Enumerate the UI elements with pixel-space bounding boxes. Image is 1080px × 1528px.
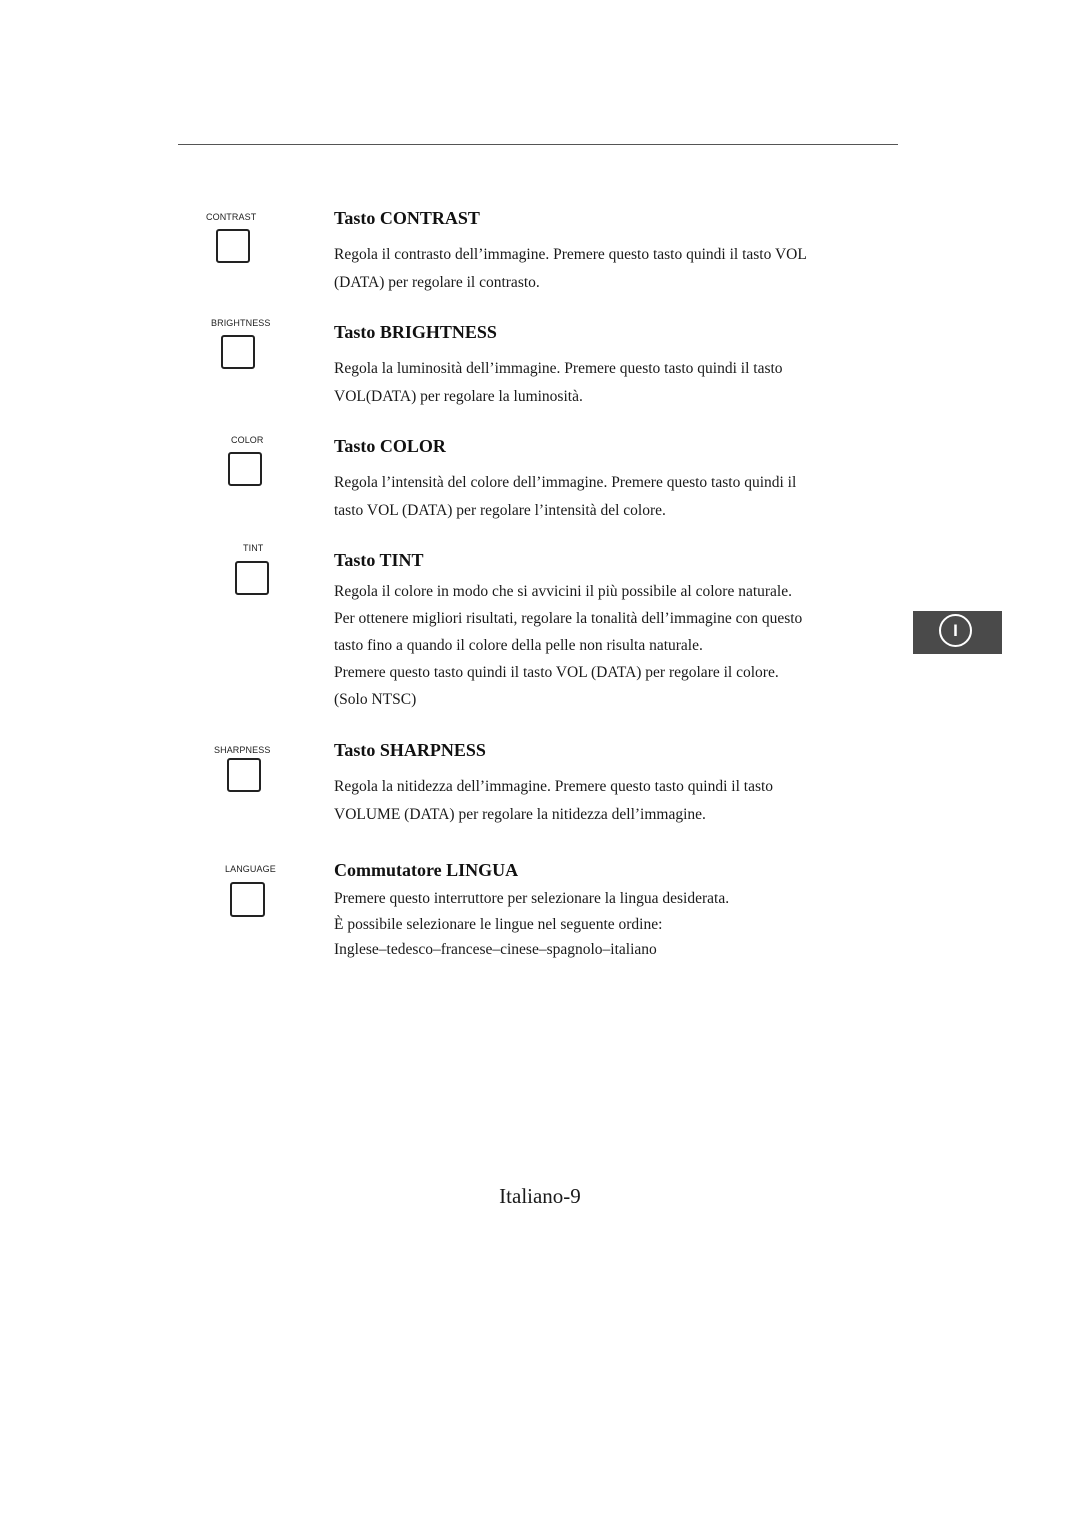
section-body: Regola la nitidezza dell’immagine. Preme… — [334, 773, 894, 829]
section-body: Regola l’intensità del colore dell’immag… — [334, 469, 894, 525]
color-button-label: COLOR — [231, 435, 264, 445]
sharpness-button-label: SHARPNESS — [214, 745, 271, 755]
body-line: VOL(DATA) per regolare la luminosità. — [334, 388, 583, 405]
body-line: Regola la nitidezza dell’immagine. Preme… — [334, 778, 774, 795]
contrast-button-icon — [216, 229, 250, 263]
section-body: Premere questo interruttore per selezion… — [334, 886, 894, 963]
tint-button-label: TINT — [243, 543, 264, 553]
brightness-button-icon — [221, 335, 255, 369]
section-body: Regola la luminosità dell’immagine. Prem… — [334, 355, 894, 411]
body-line: È possibile selezionare le lingue nel se… — [334, 915, 663, 933]
color-button-icon — [228, 452, 262, 486]
body-line: Inglese–tedesco–francese–cinese–spagnolo… — [334, 941, 657, 958]
header-rule — [178, 144, 898, 145]
section-heading: Tasto COLOR — [334, 436, 446, 456]
language-tab-letter: I — [939, 614, 972, 647]
body-line: Per ottenere migliori risultati, regolar… — [334, 610, 803, 627]
brightness-button-label: BRIGHTNESS — [211, 318, 271, 328]
section-heading: Tasto CONTRAST — [334, 208, 480, 228]
body-line: tasto VOL (DATA) per regolare l’intensit… — [334, 502, 666, 519]
body-line: Premere questo interruttore per selezion… — [334, 890, 730, 907]
body-line: VOLUME (DATA) per regolare la nitidezza … — [334, 806, 706, 823]
body-line: (DATA) per regolare il contrasto. — [334, 274, 540, 291]
body-line: Premere questo tasto quindi il tasto VOL… — [334, 664, 779, 681]
section-body: Regola il colore in modo che si avvicini… — [334, 578, 894, 713]
section-heading: Tasto BRIGHTNESS — [334, 322, 497, 342]
language-button-icon — [230, 882, 265, 917]
body-line: Regola l’intensità del colore dell’immag… — [334, 474, 797, 491]
section-heading: Commutatore LINGUA — [334, 860, 519, 880]
body-line: Regola la luminosità dell’immagine. Prem… — [334, 360, 783, 377]
body-line: Regola il contrasto dell’immagine. Preme… — [334, 246, 807, 263]
language-tab-marker: I — [913, 611, 1002, 654]
sharpness-button-icon — [227, 758, 261, 792]
body-line: (Solo NTSC) — [334, 691, 417, 708]
tint-button-icon — [235, 561, 269, 595]
contrast-button-label: CONTRAST — [206, 212, 257, 222]
language-button-label: LANGUAGE — [225, 864, 276, 874]
body-line: tasto fino a quando il colore della pell… — [334, 637, 703, 654]
section-heading: Tasto SHARPNESS — [334, 740, 486, 760]
section-heading: Tasto TINT — [334, 550, 424, 570]
body-line: Regola il colore in modo che si avvicini… — [334, 583, 792, 600]
page-number: Italiano-9 — [499, 1184, 581, 1208]
section-body: Regola il contrasto dell’immagine. Preme… — [334, 241, 894, 297]
